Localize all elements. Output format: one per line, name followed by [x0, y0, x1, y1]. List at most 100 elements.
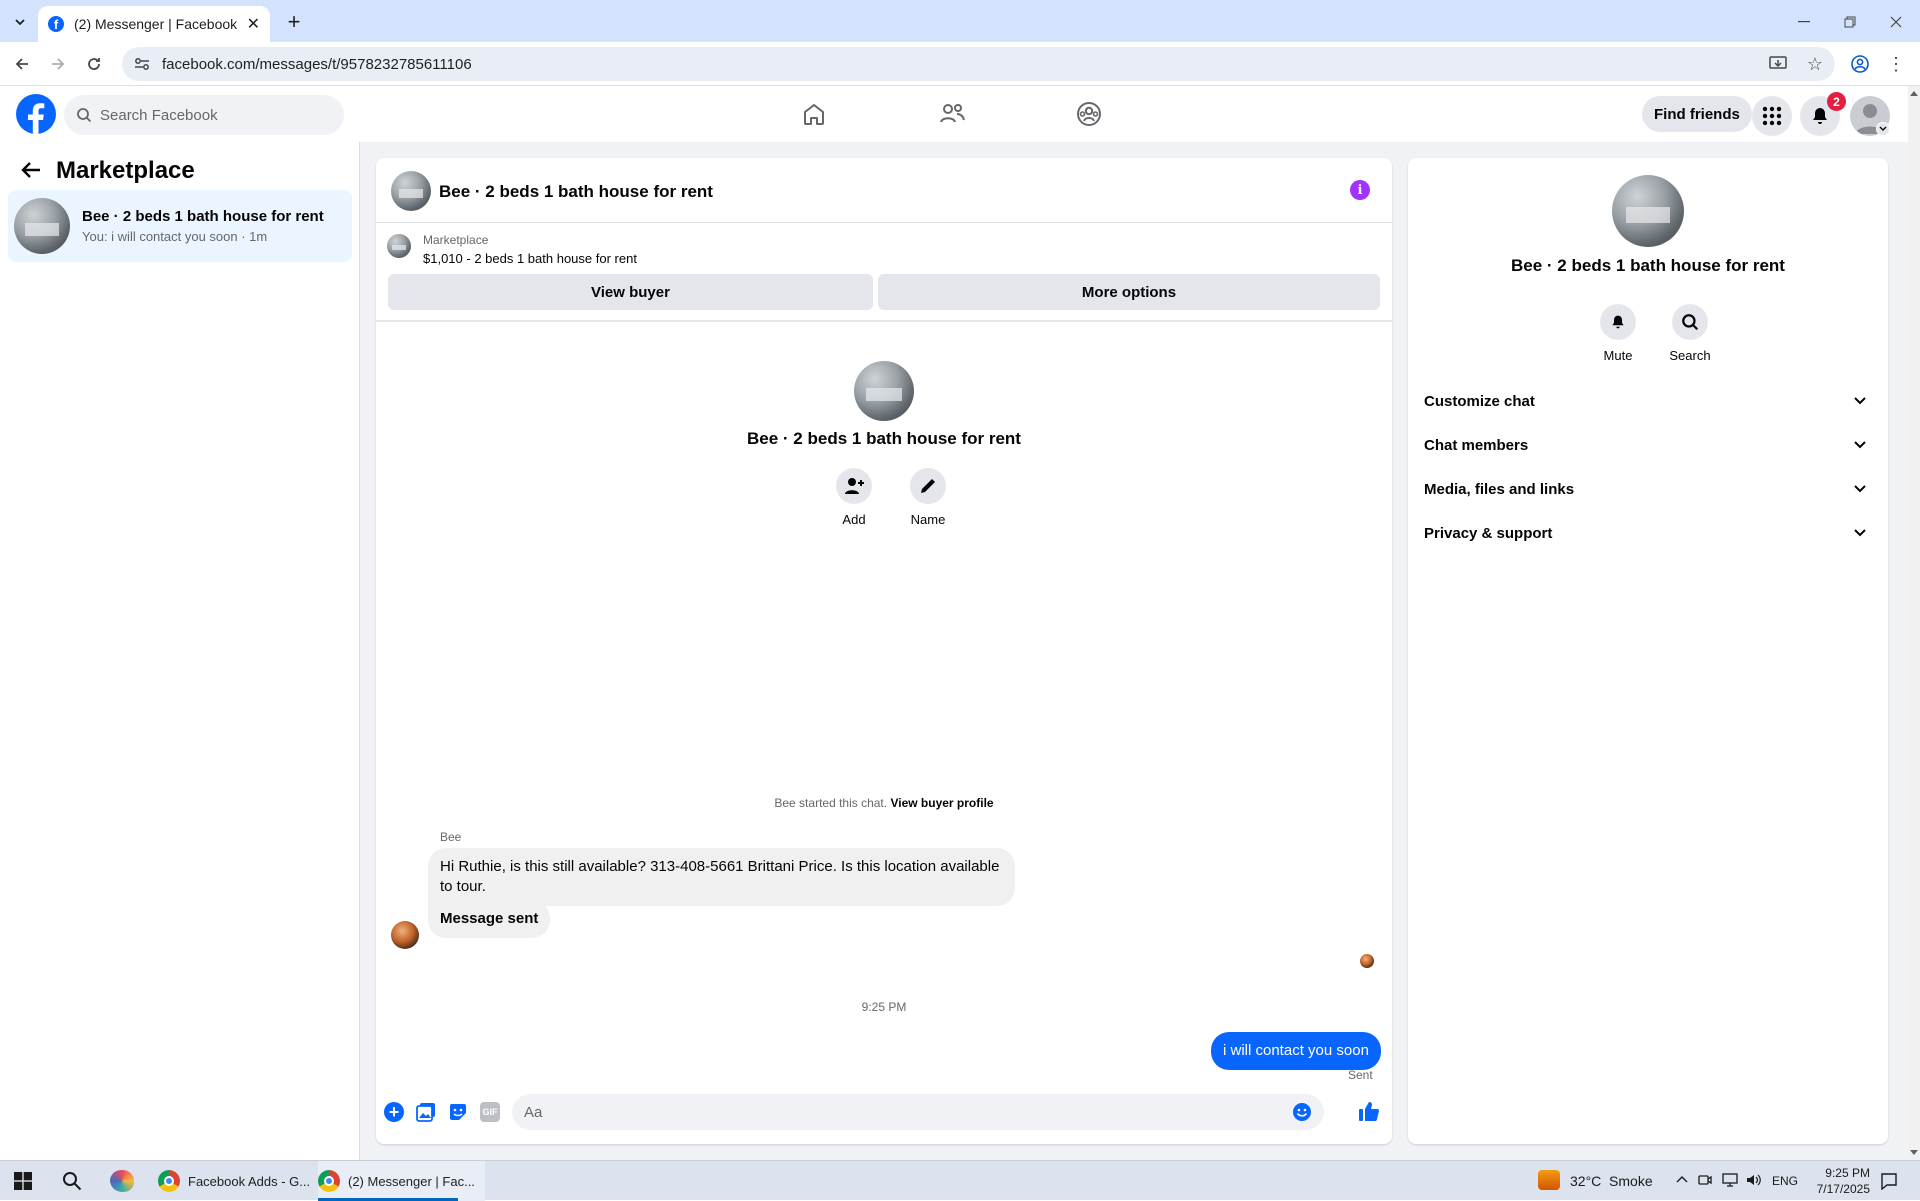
tab-list-icon[interactable]: [8, 10, 32, 34]
minimize-icon[interactable]: [1790, 8, 1818, 36]
listing-detail[interactable]: $1,010 - 2 beds 1 bath house for rent: [423, 251, 637, 266]
mute-button[interactable]: Mute: [1594, 304, 1642, 363]
search-conversation-button[interactable]: Search: [1662, 304, 1718, 363]
clock[interactable]: 9:25 PM 7/17/2025: [1800, 1165, 1870, 1197]
incoming-message-bubble[interactable]: Hi Ruthie, is this still available? 313-…: [428, 848, 1015, 906]
tab-title: (2) Messenger | Facebook: [74, 16, 238, 32]
weather-icon[interactable]: [1538, 1170, 1560, 1190]
message-placeholder: Aa: [524, 1103, 543, 1121]
view-buyer-profile-link[interactable]: View buyer profile: [890, 796, 993, 810]
more-options-button[interactable]: More options: [878, 274, 1380, 310]
bell-icon: [1600, 304, 1636, 340]
notifications-button[interactable]: 2: [1800, 92, 1846, 136]
taskbar-app-chrome-1[interactable]: Facebook Adds - G...: [158, 1161, 310, 1201]
account-chevron-icon[interactable]: [1876, 122, 1890, 136]
meet-now-icon[interactable]: [1698, 1173, 1712, 1187]
view-buyer-button[interactable]: View buyer: [388, 274, 873, 310]
back-icon[interactable]: [10, 52, 34, 76]
tab-close-icon[interactable]: ✕: [247, 14, 260, 34]
gif-icon[interactable]: GIF: [480, 1102, 500, 1122]
chat-window: Bee · 2 beds 1 bath house for rent i Mar…: [376, 158, 1392, 1144]
listing-small-thumbnail: [387, 234, 411, 258]
sent-status: Sent: [1348, 1068, 1373, 1082]
intro-name: Bee · 2 beds 1 bath house for rent: [747, 429, 1021, 448]
rename-button[interactable]: Name: [898, 468, 958, 527]
photo-icon[interactable]: [416, 1102, 436, 1122]
browser-menu-icon[interactable]: ⋮: [1884, 52, 1908, 76]
conversation-list: Marketplace Bee · 2 beds 1 bath house fo…: [0, 142, 360, 1160]
details-panel: Bee · 2 beds 1 bath house for rent Mute …: [1408, 142, 1908, 1160]
section-label: Privacy & support: [1424, 524, 1553, 542]
bookmark-star-icon[interactable]: ☆: [1807, 54, 1823, 75]
find-friends-button[interactable]: Find friends: [1642, 96, 1752, 132]
friends-nav-icon[interactable]: [922, 94, 982, 134]
more-actions-icon[interactable]: +: [384, 1102, 404, 1122]
sticker-icon[interactable]: [448, 1102, 468, 1122]
info-icon[interactable]: i: [1350, 180, 1370, 200]
outgoing-message-bubble[interactable]: i will contact you soon: [1211, 1032, 1381, 1070]
new-tab-icon[interactable]: +: [280, 8, 308, 36]
chevron-down-icon: [1854, 529, 1866, 537]
taskbar-app-chrome-2[interactable]: (2) Messenger | Fac...: [318, 1161, 485, 1201]
composer-bar: + GIF Aa: [376, 1092, 1392, 1132]
chevron-down-icon: [1854, 397, 1866, 405]
chat-header-avatar[interactable]: [391, 171, 431, 211]
media-files-section[interactable]: Media, files and links: [1424, 467, 1872, 511]
privacy-support-section[interactable]: Privacy & support: [1424, 511, 1872, 555]
facebook-logo-icon[interactable]: [16, 94, 56, 134]
search-icon: [76, 107, 92, 123]
conversation-item[interactable]: Bee · 2 beds 1 bath house for rent You: …: [8, 190, 352, 262]
message-input[interactable]: Aa: [512, 1094, 1324, 1130]
conversation-preview: You: i will contact you soon · 1m: [82, 229, 268, 244]
windows-start-icon[interactable]: [14, 1172, 32, 1190]
paint-app-icon[interactable]: [110, 1170, 134, 1192]
groups-nav-icon[interactable]: [1059, 94, 1119, 134]
reload-icon[interactable]: [82, 52, 106, 76]
menu-grid-button[interactable]: [1752, 96, 1792, 136]
chrome-icon: [158, 1170, 180, 1192]
tray-chevron-icon[interactable]: [1676, 1175, 1688, 1183]
details-title: Bee · 2 beds 1 bath house for rent: [1511, 256, 1785, 275]
chat-members-section[interactable]: Chat members: [1424, 423, 1872, 467]
taskbar-search-icon[interactable]: [62, 1171, 82, 1191]
chevron-down-icon: [1854, 485, 1866, 493]
chat-title[interactable]: Bee · 2 beds 1 bath house for rent: [439, 182, 713, 202]
started-text: Bee started this chat.: [774, 796, 888, 810]
weather-text[interactable]: 32°C Smoke: [1570, 1173, 1653, 1189]
sidebar-title: Marketplace: [56, 157, 195, 184]
section-label: Customize chat: [1424, 392, 1535, 410]
page-scrollbar[interactable]: [1908, 86, 1920, 1160]
site-info-icon[interactable]: [134, 57, 150, 71]
incoming-message-bubble[interactable]: Message sent: [428, 900, 551, 938]
section-label: Chat members: [1424, 436, 1529, 454]
restore-icon[interactable]: [1836, 8, 1864, 36]
add-people-button[interactable]: Add: [830, 468, 878, 527]
conversation-name: Bee · 2 beds 1 bath house for rent: [82, 208, 324, 225]
like-icon[interactable]: [1358, 1100, 1380, 1122]
back-to-marketplace-icon[interactable]: [20, 160, 42, 180]
install-app-icon[interactable]: [1769, 56, 1787, 72]
close-window-icon[interactable]: [1882, 8, 1910, 36]
details-avatar: [1612, 175, 1684, 247]
chevron-down-icon: [1854, 441, 1866, 449]
address-bar[interactable]: facebook.com/messages/t/9578232785611106…: [122, 47, 1835, 81]
browser-tab[interactable]: f (2) Messenger | Facebook ✕: [38, 6, 270, 42]
forward-icon[interactable]: [46, 52, 70, 76]
sender-avatar: [391, 921, 419, 949]
emoji-icon[interactable]: [1292, 1102, 1312, 1122]
notification-center-icon[interactable]: [1880, 1172, 1898, 1190]
browser-toolbar: facebook.com/messages/t/9578232785611106…: [0, 42, 1920, 86]
divider: [376, 222, 1392, 223]
facebook-search-input[interactable]: Search Facebook: [64, 95, 344, 135]
language-indicator[interactable]: ENG: [1772, 1174, 1798, 1188]
volume-icon[interactable]: [1746, 1173, 1762, 1187]
listing-label: Marketplace: [423, 233, 489, 247]
customize-chat-section[interactable]: Customize chat: [1424, 379, 1872, 423]
facebook-favicon-icon: f: [48, 16, 64, 32]
seen-avatar: [1360, 954, 1374, 968]
bell-icon: [1813, 108, 1827, 124]
network-icon[interactable]: [1722, 1173, 1738, 1187]
profile-icon[interactable]: [1848, 52, 1872, 76]
home-nav-icon[interactable]: [784, 94, 844, 134]
divider: [376, 320, 1392, 322]
